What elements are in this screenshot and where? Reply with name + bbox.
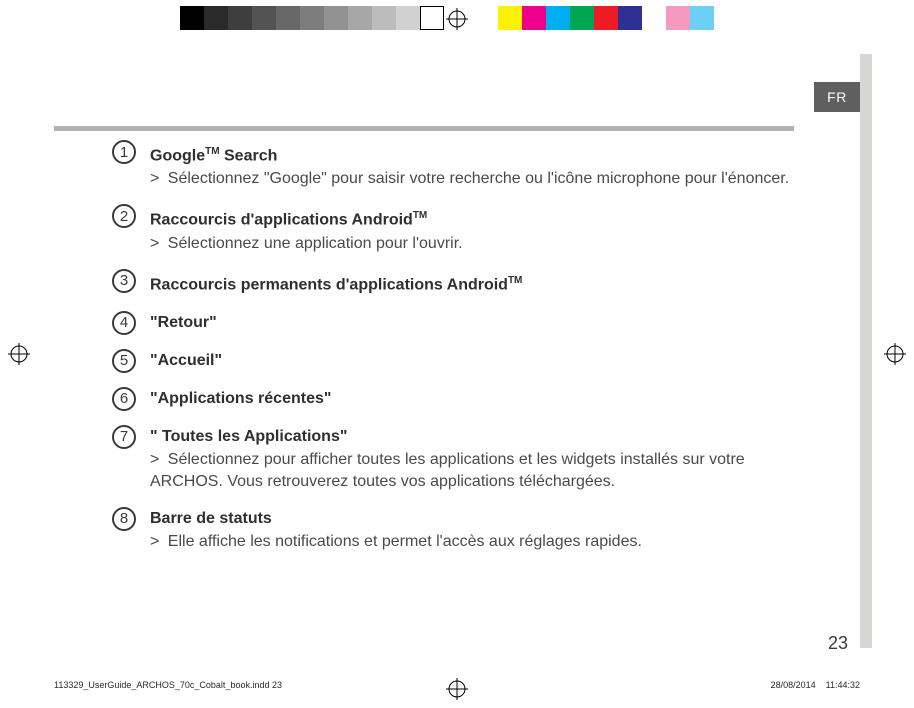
color-swatch bbox=[546, 6, 570, 30]
list-item: 6 "Applications récentes" bbox=[112, 387, 792, 411]
color-swatch bbox=[522, 6, 546, 30]
registration-mark-icon bbox=[884, 343, 906, 365]
list-item: 5 "Accueil" bbox=[112, 349, 792, 373]
color-swatch bbox=[252, 6, 276, 30]
footer-date: 28/08/2014 bbox=[771, 680, 816, 690]
item-title: Barre de statuts bbox=[150, 507, 792, 531]
item-number-circle: 4 bbox=[112, 311, 136, 335]
item-title: " Toutes les Applications" bbox=[150, 425, 792, 449]
list-item: 7 " Toutes les Applications"> Sélectionne… bbox=[112, 425, 792, 493]
item-number-circle: 2 bbox=[112, 204, 136, 228]
item-number-circle: 5 bbox=[112, 349, 136, 373]
color-swatch bbox=[594, 6, 618, 30]
color-swatch bbox=[618, 6, 642, 30]
list-item: 3 Raccourcis permanents d'applications An… bbox=[112, 269, 792, 297]
color-swatch bbox=[180, 6, 204, 30]
color-swatch bbox=[324, 6, 348, 30]
color-swatch bbox=[396, 6, 420, 30]
list-item: 4 "Retour" bbox=[112, 311, 792, 335]
content-list: 1 GoogleTM Search> Sélectionnez "Google" … bbox=[112, 140, 792, 567]
color-swatch bbox=[204, 6, 228, 30]
item-description: > Sélectionnez pour afficher toutes les … bbox=[150, 449, 792, 493]
item-description: > Elle affiche les notifications et perm… bbox=[150, 531, 792, 553]
list-item: 8 Barre de statuts> Elle affiche les noti… bbox=[112, 507, 792, 553]
item-number-circle: 7 bbox=[112, 425, 136, 449]
color-swatch bbox=[276, 6, 300, 30]
registration-mark-icon bbox=[446, 8, 468, 30]
language-tab: FR bbox=[814, 82, 860, 112]
color-swatch bbox=[642, 6, 666, 30]
item-title: Raccourcis d'applications AndroidTM bbox=[150, 204, 792, 232]
color-swatch bbox=[690, 6, 714, 30]
footer-slug: 113329_UserGuide_ARCHOS_70c_Cobalt_book.… bbox=[54, 680, 860, 690]
footer-time: 11:44:32 bbox=[826, 680, 860, 690]
list-item: 1 GoogleTM Search> Sélectionnez "Google" … bbox=[112, 140, 792, 190]
item-number-circle: 8 bbox=[112, 507, 136, 531]
color-swatch bbox=[420, 6, 444, 30]
footer-file: 113329_UserGuide_ARCHOS_70c_Cobalt_book.… bbox=[54, 680, 282, 690]
page-number: 23 bbox=[828, 633, 848, 654]
color-swatch bbox=[714, 6, 738, 30]
item-title: Raccourcis permanents d'applications And… bbox=[150, 269, 792, 297]
color-swatch bbox=[348, 6, 372, 30]
page: FR 1 GoogleTM Search> Sélectionnez "Googl… bbox=[0, 0, 914, 708]
registration-mark-icon bbox=[8, 343, 30, 365]
item-title: "Retour" bbox=[150, 311, 792, 335]
item-description: > Sélectionnez "Google" pour saisir votr… bbox=[150, 168, 792, 190]
color-swatch bbox=[300, 6, 324, 30]
section-rule bbox=[54, 126, 794, 131]
item-title: "Applications récentes" bbox=[150, 387, 792, 411]
color-bar-right bbox=[498, 6, 738, 30]
side-margin-column bbox=[860, 54, 872, 648]
color-swatch bbox=[666, 6, 690, 30]
color-bar-left bbox=[180, 6, 444, 30]
item-number-circle: 3 bbox=[112, 269, 136, 293]
item-number-circle: 1 bbox=[112, 140, 136, 164]
item-description: > Sélectionnez une application pour l'ou… bbox=[150, 233, 792, 255]
item-title: "Accueil" bbox=[150, 349, 792, 373]
list-item: 2 Raccourcis d'applications AndroidTM> Sé… bbox=[112, 204, 792, 254]
item-number-circle: 6 bbox=[112, 387, 136, 411]
color-swatch bbox=[570, 6, 594, 30]
item-title: GoogleTM Search bbox=[150, 140, 792, 168]
color-swatch bbox=[498, 6, 522, 30]
color-swatch bbox=[372, 6, 396, 30]
color-swatch bbox=[228, 6, 252, 30]
